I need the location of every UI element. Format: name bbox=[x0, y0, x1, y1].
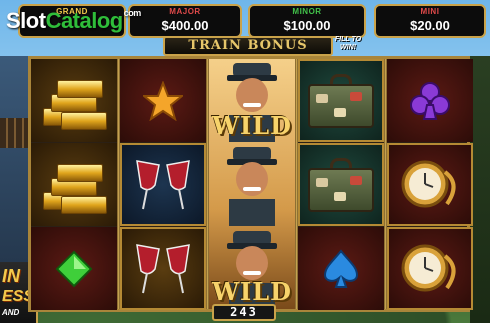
blue-spade-symbol bbox=[298, 227, 384, 310]
jackpot-major-value: $400.00 bbox=[161, 18, 209, 33]
watermark-slot: Slot bbox=[6, 8, 46, 33]
gold-bars-icon bbox=[41, 72, 107, 130]
jackpot-mini-value: $20.00 bbox=[410, 18, 450, 33]
jackpot-minor-value: $100.00 bbox=[283, 18, 331, 33]
jackpot-minor: MINOR $100.00 bbox=[248, 4, 366, 38]
reel-3: WILD WILD bbox=[209, 59, 295, 310]
spade-icon bbox=[323, 248, 359, 288]
right-scenery bbox=[470, 56, 490, 323]
train-bonus-banner: TRAIN BONUS bbox=[163, 36, 333, 56]
train-car-edge bbox=[0, 118, 28, 148]
gold-bars-icon bbox=[41, 156, 107, 214]
game-logo-line1: IN bbox=[2, 266, 20, 286]
watermark-catalog: Catalog bbox=[45, 8, 124, 33]
suitcase-icon bbox=[308, 157, 374, 212]
jackpot-mini: MINI $20.00 bbox=[374, 4, 486, 38]
reel-1 bbox=[31, 59, 117, 310]
conductor-icon bbox=[227, 147, 277, 226]
wild-symbol: WILD bbox=[209, 59, 295, 142]
game-logo-line3: AND bbox=[2, 308, 20, 317]
gold-bars-symbol bbox=[31, 59, 117, 142]
green-diamond-symbol bbox=[31, 227, 117, 310]
wild-symbol bbox=[209, 143, 295, 226]
pocket-watch-symbol bbox=[387, 227, 473, 310]
purple-club-symbol bbox=[387, 59, 473, 142]
suitcase-symbol bbox=[298, 59, 384, 142]
jackpot-major-label: MAJOR bbox=[169, 7, 201, 16]
reel-2 bbox=[120, 59, 206, 310]
reel-5 bbox=[387, 59, 473, 310]
wine-glasses-symbol bbox=[120, 143, 206, 226]
jackpot-major: MAJOR $400.00 bbox=[128, 4, 242, 38]
reel-grid[interactable]: WILD WILD bbox=[28, 56, 473, 312]
wine-glasses-symbol bbox=[120, 227, 206, 310]
suitcase-symbol bbox=[298, 143, 384, 226]
ways-counter: 243 bbox=[212, 304, 276, 321]
wild-symbol: WILD bbox=[209, 227, 295, 310]
pocket-watch-icon bbox=[401, 244, 456, 291]
suitcase-icon bbox=[308, 73, 374, 128]
pocket-watch-icon bbox=[401, 160, 456, 207]
reel-4 bbox=[298, 59, 384, 310]
jackpot-mini-label: MINI bbox=[420, 7, 440, 16]
orange-star-symbol bbox=[120, 59, 206, 142]
watermark-com: com bbox=[123, 8, 142, 18]
fill-to-win-label: FILL TO WIN! bbox=[334, 36, 362, 51]
jackpot-minor-label: MINOR bbox=[292, 7, 322, 16]
star-icon bbox=[143, 80, 183, 121]
club-icon bbox=[410, 81, 450, 120]
pocket-watch-symbol bbox=[387, 143, 473, 226]
gold-bars-symbol bbox=[31, 143, 117, 226]
diamond-icon bbox=[55, 250, 93, 287]
wine-glasses-icon bbox=[136, 159, 190, 209]
watermark: SlotCatalogcom bbox=[6, 8, 141, 34]
left-scenery bbox=[0, 56, 28, 262]
wild-label: WILD bbox=[212, 277, 292, 306]
wine-glasses-icon bbox=[136, 243, 190, 293]
wild-label: WILD bbox=[212, 111, 292, 140]
